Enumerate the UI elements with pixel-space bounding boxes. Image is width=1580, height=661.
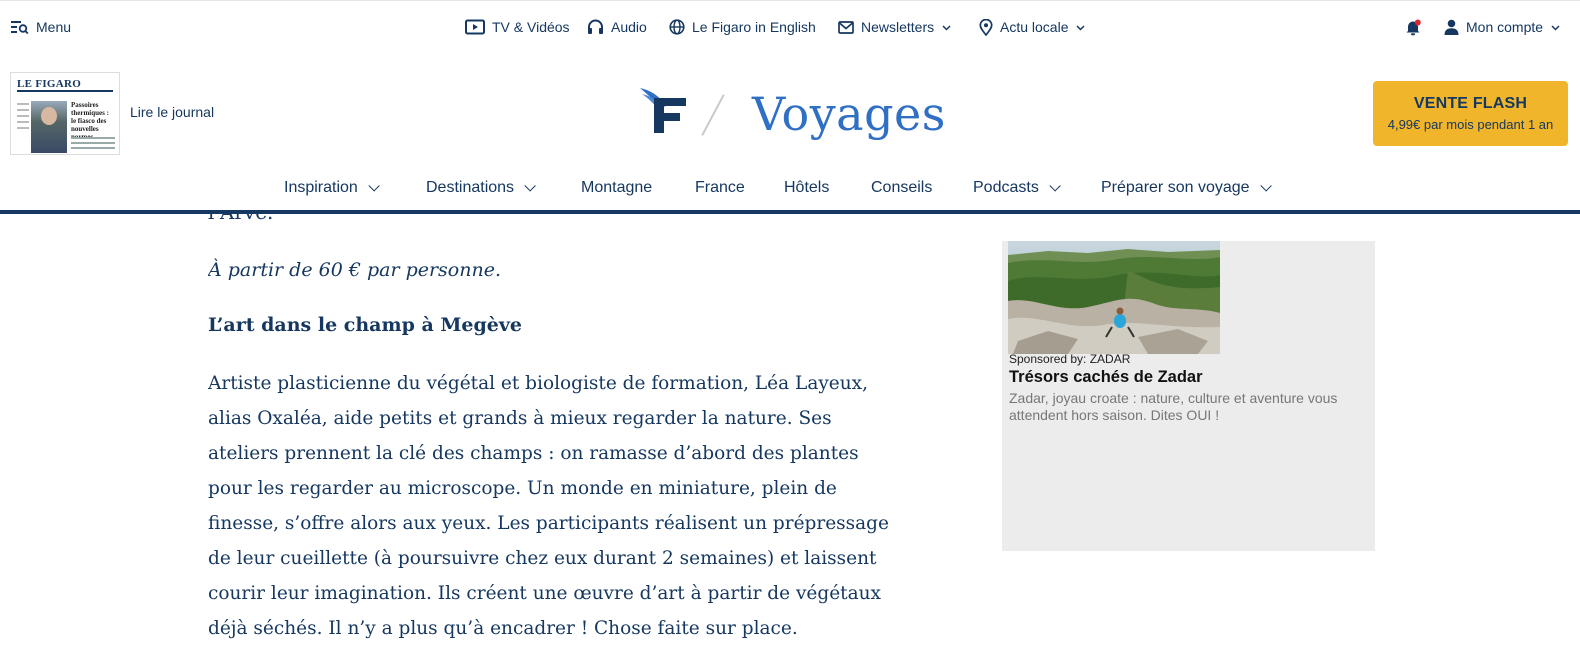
paragraph-line: alias Oxaléa, aide petits et grands à mi…	[208, 408, 832, 429]
paragraph-line: pour les regarder au microscope. Un mond…	[208, 478, 837, 499]
ad-sponsor-label: Sponsored by: ZADAR	[1009, 352, 1131, 366]
nav-item-label: Hôtels	[784, 179, 830, 196]
journal-column-line	[71, 142, 115, 144]
nav-item-inspiration[interactable]: Inspiration	[284, 170, 380, 206]
user-icon	[1444, 19, 1459, 35]
journal-column-line	[17, 115, 29, 117]
article-price: À partir de 60 € par personne.	[208, 259, 502, 281]
journal-thumbnail[interactable]: LE FIGARO Passoires thermiques : le fias…	[10, 72, 120, 155]
ad-title[interactable]: Trésors cachés de Zadar	[1009, 368, 1203, 387]
nav-item-preparer-son-voyage[interactable]: Préparer son voyage	[1101, 170, 1272, 206]
audio-label: Audio	[611, 19, 647, 35]
chevron-down-icon	[524, 180, 536, 192]
paragraph-line: Artiste plasticienne du végétal et biolo…	[208, 373, 868, 394]
figaro-english-link[interactable]: Le Figaro in English	[669, 1, 816, 53]
paragraph-line: de leur cueillette (à poursuivre chez eu…	[208, 548, 877, 569]
tv-videos-link[interactable]: TV & Vidéos	[465, 1, 570, 53]
sponsored-ad[interactable]: Sponsored by: ZADAR Trésors cachés de Za…	[1002, 241, 1375, 551]
vente-flash-button[interactable]: VENTE FLASH 4,99€ par mois pendant 1 an	[1373, 81, 1568, 146]
journal-masthead: LE FIGARO	[17, 78, 113, 92]
actu-locale-label: Actu locale	[1000, 19, 1069, 35]
read-journal-link[interactable]: Lire le journal	[130, 104, 214, 120]
nav-item-destinations[interactable]: Destinations	[426, 170, 536, 206]
vente-flash-title: VENTE FLASH	[1413, 95, 1528, 112]
ad-image[interactable]	[1008, 241, 1220, 354]
journal-column-line	[17, 127, 29, 129]
chevron-down-icon	[1259, 180, 1272, 192]
actu-locale-dropdown[interactable]: Actu locale	[979, 1, 1086, 53]
nav-item-label: Podcasts	[973, 179, 1039, 196]
logo-divider	[701, 94, 725, 136]
article-subheading: L’art dans le champ à Megève	[208, 314, 523, 336]
tv-videos-label: TV & Vidéos	[492, 19, 570, 35]
paragraph-line: courir leur imagination. Ils créent une …	[208, 583, 881, 604]
nav-item-montagne[interactable]: Montagne	[581, 170, 652, 206]
nav-item-label: France	[695, 179, 745, 196]
chevron-down-icon	[1076, 25, 1086, 31]
journal-column-line	[71, 137, 115, 139]
headphones-icon	[587, 19, 604, 35]
journal-column-line	[17, 109, 29, 111]
menu-label: Menu	[36, 19, 72, 35]
nav-item-podcasts[interactable]: Podcasts	[973, 170, 1061, 206]
notifications-button[interactable]	[1405, 1, 1421, 53]
journal-column-line	[17, 121, 29, 123]
location-pin-icon	[979, 18, 993, 36]
journal-cover-face	[41, 107, 57, 125]
chevron-down-icon	[368, 180, 380, 192]
account-label: Mon compte	[1466, 19, 1544, 35]
journal-column-line	[71, 147, 115, 149]
article-paragraph: Artiste plasticienne du végétal et biolo…	[208, 366, 978, 646]
article-cutoff-text: l'Arve.	[208, 214, 273, 224]
globe-icon	[669, 19, 685, 35]
article-body: l'Arve. À partir de 60 € par personne. L…	[208, 214, 978, 661]
tv-icon	[465, 19, 485, 35]
newsletters-dropdown[interactable]: Newsletters	[838, 1, 951, 53]
nav-item-hotels[interactable]: Hôtels	[784, 170, 829, 206]
nav-item-label: Montagne	[581, 179, 653, 196]
nav-item-label: Préparer son voyage	[1101, 179, 1250, 196]
top-bar: Menu TV & Vidéos Audio Le Figaro in Engl…	[0, 0, 1580, 52]
section-title[interactable]: Voyages	[752, 84, 946, 144]
paragraph-line: déjà séchés. Il n’y a plus qu’à encadrer…	[208, 618, 798, 639]
chevron-down-icon	[1551, 25, 1560, 31]
chevron-down-icon	[1049, 180, 1061, 192]
newsletters-label: Newsletters	[861, 19, 935, 35]
menu-button[interactable]: Menu	[11, 1, 71, 53]
envelope-icon	[838, 20, 854, 34]
nav-item-label: Inspiration	[284, 179, 358, 196]
vente-flash-subtitle: 4,99€ par mois pendant 1 an	[1387, 117, 1554, 132]
bell-icon	[1405, 19, 1421, 36]
nav-item-label: Conseils	[871, 179, 933, 196]
menu-search-icon	[11, 20, 29, 34]
journal-headline: Passoires thermiques : le fiasco des nou…	[71, 101, 109, 141]
ad-description: Zadar, joyau croate : nature, culture et…	[1009, 390, 1338, 423]
chevron-down-icon	[942, 25, 951, 31]
journal-column-line	[17, 103, 29, 105]
account-link[interactable]: Mon compte	[1444, 1, 1560, 53]
paragraph-line: ateliers prennent la clé des champs : on…	[208, 443, 859, 464]
paragraph-line: finesse, s’offre alors aux yeux. Les par…	[208, 513, 889, 534]
audio-link[interactable]: Audio	[587, 1, 647, 53]
section-navigation: Inspiration Destinations Montagne France…	[0, 170, 1580, 210]
figaro-english-label: Le Figaro in English	[692, 19, 816, 35]
nav-item-label: Destinations	[426, 179, 515, 196]
nav-item-conseils[interactable]: Conseils	[871, 170, 932, 206]
nav-item-france[interactable]: France	[695, 170, 745, 206]
figaro-logo-icon[interactable]	[638, 84, 694, 136]
